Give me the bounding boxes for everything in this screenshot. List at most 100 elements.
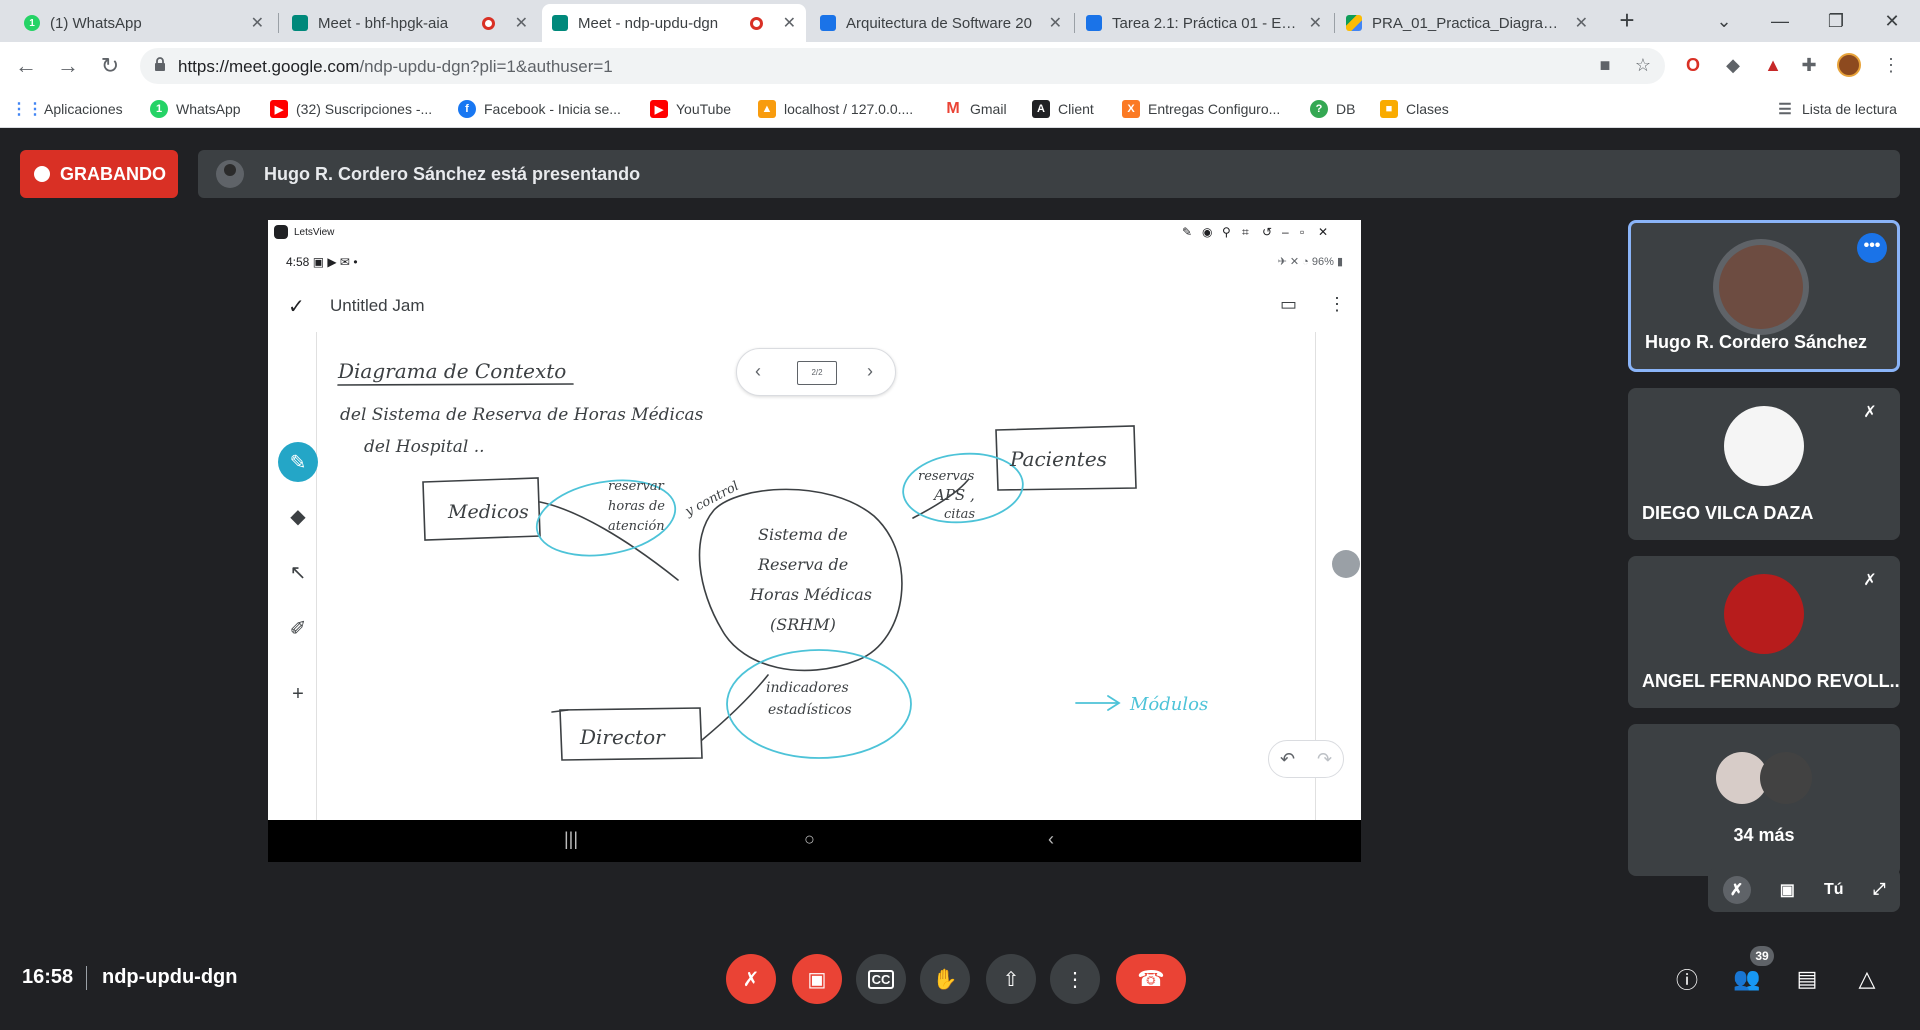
label-pacientes: Pacientes bbox=[1009, 447, 1107, 471]
chrome-menu-icon[interactable]: ⋮ bbox=[1878, 52, 1904, 78]
leave-call-button[interactable]: ☎ bbox=[1116, 954, 1186, 1004]
bookmark-whatsapp[interactable]: 1 WhatsApp bbox=[150, 98, 241, 120]
more-options-icon[interactable]: ••• bbox=[1857, 233, 1887, 263]
bookmark-youtube[interactable]: ▶ YouTube bbox=[650, 98, 731, 120]
bookmark-label: Clases bbox=[1406, 101, 1449, 117]
minimize-button[interactable]: — bbox=[1752, 0, 1808, 42]
tab-divider bbox=[1074, 13, 1075, 33]
presenter-avatar bbox=[216, 160, 244, 188]
window-close-button[interactable]: ✕ bbox=[1864, 0, 1920, 42]
people-icon[interactable]: 👥 bbox=[1732, 964, 1762, 994]
chat-icon[interactable]: ▤ bbox=[1792, 964, 1822, 994]
bookmark-aplicaciones[interactable]: ⋮⋮ Aplicaciones bbox=[11, 98, 123, 120]
youtube-icon: ▶ bbox=[650, 100, 668, 118]
tab-title: Meet - ndp-updu-dgn bbox=[578, 14, 719, 32]
address-bar[interactable]: https://meet.google.com/ndp-updu-dgn?pli… bbox=[140, 48, 1665, 84]
url-text: https://meet.google.com/ndp-updu-dgn?pli… bbox=[178, 57, 613, 77]
presenting-banner: Hugo R. Cordero Sánchez está presentando bbox=[198, 150, 1900, 198]
url-host: https://meet.google.com bbox=[178, 57, 360, 76]
bookmark-label: Client bbox=[1058, 101, 1094, 117]
participant-tile-diego[interactable]: ✗ DIEGO VILCA DAZA bbox=[1628, 388, 1900, 540]
bookmark-star-icon[interactable]: ☆ bbox=[1630, 52, 1656, 78]
back-button[interactable]: ← bbox=[12, 52, 40, 80]
camera-off-icon[interactable]: ▣ bbox=[1780, 880, 1795, 900]
reload-button[interactable]: ↻ bbox=[96, 52, 124, 80]
bookmark-localhost[interactable]: ▲ localhost / 127.0.0.... bbox=[758, 98, 913, 120]
bookmark-gmail[interactable]: M Gmail bbox=[944, 98, 1007, 120]
forward-button[interactable]: → bbox=[54, 52, 82, 80]
bookmark-label: YouTube bbox=[676, 101, 732, 117]
tab-search-icon[interactable]: ⌄ bbox=[1696, 0, 1752, 42]
meet-icon bbox=[552, 15, 568, 31]
activities-icon[interactable]: △ bbox=[1852, 964, 1882, 994]
tab-pra01[interactable]: PRA_01_Practica_Diagrama_ ✕ bbox=[1336, 4, 1598, 42]
camera-toggle-button[interactable]: ▣ bbox=[792, 954, 842, 1004]
shared-screen: LetsView ✎ ◉ ⚲ ⌗ ↺ – ▫ ✕ 4:58 ▣ ▶ ✉ • ✈ … bbox=[268, 220, 1361, 820]
close-icon[interactable]: ✕ bbox=[1049, 13, 1062, 33]
hand-icon: ✋ bbox=[932, 968, 958, 991]
drawing-title-1: Diagrama de Contexto bbox=[337, 359, 566, 383]
tab-whatsapp[interactable]: 1 (1) WhatsApp ✕ bbox=[14, 4, 274, 42]
camera-icon[interactable]: ■ bbox=[1592, 52, 1618, 78]
youtube-icon: ▶ bbox=[270, 100, 288, 118]
record-dot-icon bbox=[34, 166, 50, 182]
recording-label: GRABANDO bbox=[60, 163, 166, 184]
bookmark-client[interactable]: A Client bbox=[1032, 98, 1094, 120]
close-icon[interactable]: ✕ bbox=[515, 13, 528, 33]
captions-button[interactable]: CC bbox=[856, 954, 906, 1004]
mic-off-icon[interactable]: ✗ bbox=[1722, 876, 1751, 904]
opera-icon[interactable]: O bbox=[1680, 52, 1706, 78]
maximize-button[interactable]: ❐ bbox=[1808, 0, 1864, 42]
tab-title: Meet - bhf-hpgk-aia bbox=[318, 14, 449, 32]
profile-avatar[interactable] bbox=[1836, 52, 1862, 78]
raise-hand-button[interactable]: ✋ bbox=[920, 954, 970, 1004]
participant-tile-hugo[interactable]: ••• Hugo R. Cordero Sánchez bbox=[1628, 220, 1900, 372]
close-icon[interactable]: ✕ bbox=[1309, 13, 1322, 33]
drive-icon bbox=[1346, 15, 1362, 31]
recording-badge[interactable]: GRABANDO bbox=[20, 150, 178, 198]
new-tab-button[interactable]: + bbox=[1612, 6, 1642, 36]
meeting-info-icon[interactable]: ⓘ bbox=[1672, 964, 1702, 994]
present-button[interactable]: ⇧ bbox=[986, 954, 1036, 1004]
flow-right-1: reservas bbox=[918, 469, 975, 484]
more-options-button[interactable]: ⋮ bbox=[1050, 954, 1100, 1004]
acrobat-icon[interactable]: ▲ bbox=[1760, 52, 1786, 78]
participant-tile-angel[interactable]: ✗ ANGEL FERNANDO REVOLL... bbox=[1628, 556, 1900, 708]
tab-arquitectura[interactable]: Arquitectura de Software 20 ✕ bbox=[810, 4, 1072, 42]
close-icon[interactable]: ✕ bbox=[1575, 13, 1588, 33]
bookmark-suscripciones[interactable]: ▶ (32) Suscripciones -... bbox=[270, 98, 432, 120]
url-path: /ndp-updu-dgn?pli=1&authuser=1 bbox=[359, 57, 613, 76]
bookmark-db[interactable]: ? DB bbox=[1310, 98, 1355, 120]
bookmark-label: Aplicaciones bbox=[44, 101, 123, 117]
bookmark-label: Entregas Configuro... bbox=[1148, 101, 1281, 117]
classroom-icon bbox=[1086, 15, 1102, 31]
mic-toggle-button[interactable]: ✗ bbox=[726, 954, 776, 1004]
expand-icon[interactable]: ⤢ bbox=[1873, 881, 1886, 899]
bookmark-label: localhost / 127.0.0.... bbox=[784, 101, 914, 117]
browser-toolbar: ← → ↻ https://meet.google.com/ndp-updu-d… bbox=[0, 42, 1920, 90]
drawing-title-2: del Sistema de Reserva de Horas Médicas bbox=[340, 405, 704, 425]
participant-name: ANGEL FERNANDO REVOLL... bbox=[1642, 671, 1900, 691]
extension-icon[interactable]: ◆ bbox=[1720, 52, 1746, 78]
tab-meet-bhf[interactable]: Meet - bhf-hpgk-aia ✕ bbox=[282, 4, 538, 42]
close-icon[interactable]: ✕ bbox=[783, 13, 796, 33]
bookmark-clases[interactable]: ■ Clases bbox=[1380, 98, 1449, 120]
lock-icon bbox=[155, 57, 165, 71]
tab-divider bbox=[278, 13, 279, 33]
bookmark-entregas[interactable]: X Entregas Configuro... bbox=[1122, 98, 1280, 120]
puzzle-icon[interactable]: ✚ bbox=[1796, 52, 1822, 78]
bookmarks-bar: ⋮⋮ Aplicaciones 1 WhatsApp ▶ (32) Suscripci… bbox=[0, 90, 1920, 128]
reading-list-button[interactable]: ☰ Lista de lectura bbox=[1776, 98, 1897, 120]
tab-tarea[interactable]: Tarea 2.1: Práctica 01 - Enter ✕ bbox=[1076, 4, 1332, 42]
label-modulos: Módulos bbox=[1129, 694, 1208, 715]
more-participants-tile[interactable]: 34 más bbox=[1628, 724, 1900, 876]
close-icon[interactable]: ✕ bbox=[251, 13, 264, 33]
android-nav-bar: ||| ○ ‹ bbox=[268, 820, 1361, 862]
avatar bbox=[1760, 752, 1812, 804]
flow-left-1: reservar bbox=[608, 479, 665, 494]
bookmark-facebook[interactable]: f Facebook - Inicia se... bbox=[458, 98, 621, 120]
divider bbox=[86, 966, 87, 990]
tab-meet-ndp[interactable]: Meet - ndp-updu-dgn ✕ bbox=[542, 4, 806, 42]
bookmark-label: Facebook - Inicia se... bbox=[484, 101, 621, 117]
bookmark-label: Gmail bbox=[970, 101, 1007, 117]
